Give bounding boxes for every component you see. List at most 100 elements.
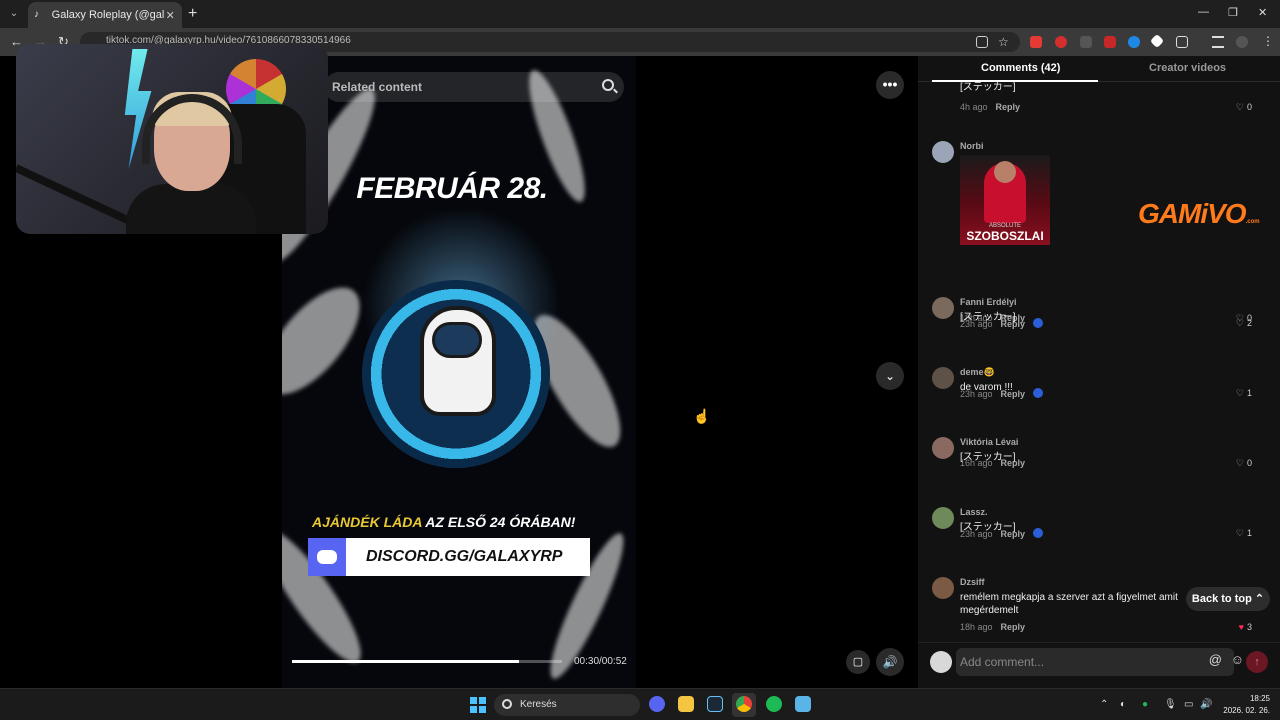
network-icon[interactable]: ▭ xyxy=(1184,699,1193,710)
reply-button[interactable]: Reply xyxy=(1001,458,1026,468)
comment-item: Lassz. [ステッカー] 23h ago Reply ♡ 1 xyxy=(932,507,1272,544)
comment-meta: 4h ago Reply xyxy=(960,102,1020,112)
tab-search-icon[interactable]: ⌄ xyxy=(6,6,22,22)
tray-spotify-icon[interactable]: ● xyxy=(1142,699,1148,710)
comment-time: 23h ago xyxy=(960,389,993,399)
extension-dark-icon[interactable] xyxy=(1080,36,1092,48)
commenter-name[interactable]: Norbi xyxy=(960,141,984,151)
microphone-icon[interactable]: 🎙 xyxy=(1164,699,1177,710)
media-control-icon[interactable] xyxy=(1212,36,1224,48)
commenter-avatar[interactable] xyxy=(932,507,954,529)
steam-icon[interactable] xyxy=(707,696,723,712)
like-count: 3 xyxy=(1246,622,1252,632)
mention-icon[interactable]: @ xyxy=(1209,652,1222,667)
like-button[interactable]: ♡ 2 xyxy=(1236,318,1252,329)
commenter-avatar[interactable] xyxy=(932,577,954,599)
commenter-name[interactable]: Fanni Erdélyi xyxy=(960,297,1017,307)
comment-input-placeholder: Add comment... xyxy=(960,655,1045,669)
astronaut-visor xyxy=(432,322,482,358)
like-button[interactable]: ♡ 0 xyxy=(1236,458,1252,469)
close-tab-icon[interactable]: ✕ xyxy=(164,9,176,22)
more-options-button[interactable]: ••• xyxy=(876,71,904,99)
commenter-avatar[interactable] xyxy=(932,297,954,319)
related-content-search[interactable]: Related content xyxy=(324,72,624,102)
commenter-name[interactable]: Lassz. xyxy=(960,507,988,517)
search-icon xyxy=(502,699,512,709)
minimize-icon[interactable]: — xyxy=(1198,6,1209,18)
extension-red-icon[interactable] xyxy=(1030,36,1042,48)
back-to-top-button[interactable]: Back to top ⌃ xyxy=(1186,587,1270,611)
reply-button[interactable]: Reply xyxy=(1001,622,1026,632)
adblock-icon[interactable] xyxy=(1104,36,1116,48)
extension-record-icon[interactable] xyxy=(1055,36,1067,48)
like-button[interactable]: ♡ 1 xyxy=(1236,388,1252,399)
discord-taskbar-icon[interactable] xyxy=(649,696,665,712)
comment-text: remélem megkapja a szerver azt a figyelm… xyxy=(960,592,1178,616)
tray-app-icon[interactable]: ◐ xyxy=(1120,699,1126,710)
next-video-button[interactable]: ⌄ xyxy=(876,362,904,390)
taskbar-search[interactable]: Keresés xyxy=(494,694,640,716)
install-app-icon[interactable] xyxy=(976,36,988,48)
related-content-placeholder: Related content xyxy=(332,80,423,94)
browser-menu-icon[interactable]: ⋮ xyxy=(1262,34,1274,48)
browser-tab[interactable]: ♪ Galaxy Roleplay (@galaxyrp.hu) ✕ xyxy=(28,2,182,28)
commenter-name[interactable]: Viktória Lévai xyxy=(960,437,1018,447)
like-button[interactable]: ♡ 1 xyxy=(1236,528,1252,539)
new-tab-icon[interactable]: + xyxy=(188,5,197,23)
system-clock[interactable]: 18:25 2026. 02. 26. xyxy=(1222,693,1270,717)
extensions-puzzle-icon[interactable] xyxy=(1176,36,1188,48)
notepad-icon[interactable] xyxy=(795,696,811,712)
picture-in-picture-button[interactable]: ▢ xyxy=(846,650,870,674)
commenter-name[interactable]: deme🤓 xyxy=(960,367,995,378)
like-button[interactable]: ♥ 3 xyxy=(1239,622,1252,632)
reply-button[interactable]: Reply xyxy=(996,102,1021,112)
comment-time: 4h ago xyxy=(960,102,988,112)
tray-overflow-icon[interactable]: ⌃ xyxy=(1100,699,1108,710)
add-comment-bar: Add comment... @ ☺ ↑ xyxy=(918,642,1280,688)
extension-blue-icon[interactable] xyxy=(1128,36,1140,48)
gift-banner-rest: AZ ELSŐ 24 ÓRÁBAN! xyxy=(421,514,576,530)
bookmark-star-icon[interactable]: ☆ xyxy=(998,35,1009,49)
comment-time: 16h ago xyxy=(960,458,993,468)
reply-button[interactable]: Reply xyxy=(1001,319,1026,329)
comment-item: [ステッカー] 4h ago Reply ♡ 0 xyxy=(932,81,1272,118)
commenter-avatar[interactable] xyxy=(932,437,954,459)
comment-meta: 23h ago Reply xyxy=(960,318,1044,329)
extension-diamond-icon[interactable] xyxy=(1149,33,1165,49)
spotify-icon[interactable] xyxy=(766,696,782,712)
tab-comments[interactable]: Comments (42) xyxy=(981,62,1060,74)
close-window-icon[interactable]: ✕ xyxy=(1258,6,1267,19)
webcam-overlay xyxy=(16,44,328,234)
search-icon[interactable] xyxy=(602,79,614,91)
file-explorer-icon[interactable] xyxy=(678,696,694,712)
gamivo-logo-text: GAMiVO xyxy=(1138,198,1247,229)
commenter-avatar[interactable] xyxy=(932,367,954,389)
reply-button[interactable]: Reply xyxy=(1001,529,1026,539)
commenter-avatar[interactable] xyxy=(932,141,954,163)
maximize-icon[interactable]: ❐ xyxy=(1228,6,1238,19)
post-comment-button[interactable]: ↑ xyxy=(1246,651,1268,673)
chrome-icon[interactable] xyxy=(736,696,752,712)
volume-button[interactable]: 🔊 xyxy=(876,648,904,676)
profile-avatar-icon[interactable] xyxy=(1236,36,1248,48)
emoji-icon[interactable]: ☺ xyxy=(1231,652,1244,667)
tab-creator-videos[interactable]: Creator videos xyxy=(1149,62,1226,74)
comment-input[interactable]: Add comment... xyxy=(956,648,1234,676)
browser-tabbar: ⌄ ♪ Galaxy Roleplay (@galaxyrp.hu) ✕ + —… xyxy=(0,0,1280,28)
video-progress-bar[interactable] xyxy=(292,660,562,663)
comment-time: 18h ago xyxy=(960,622,993,632)
start-icon[interactable] xyxy=(470,697,486,713)
video-progress-fill xyxy=(292,660,519,663)
reply-button[interactable]: Reply xyxy=(1001,389,1026,399)
heart-icon: ♡ xyxy=(1235,388,1244,398)
comment-text: [ステッカー] xyxy=(960,82,1016,93)
screen: ⌄ ♪ Galaxy Roleplay (@galaxyrp.hu) ✕ + —… xyxy=(0,0,1280,720)
commenter-name[interactable]: Dzsiff xyxy=(960,577,985,587)
comment-item: deme🤓 de varom !!! 23h ago Reply ♡ 1 xyxy=(932,367,1272,404)
heart-icon: ♡ xyxy=(1235,458,1244,468)
user-avatar xyxy=(930,651,952,673)
like-button[interactable]: ♡ 0 xyxy=(1236,102,1252,113)
speaker-icon[interactable]: 🔊 xyxy=(1200,699,1212,710)
comment-meta: 16h ago Reply xyxy=(960,458,1025,468)
creator-liked-icon xyxy=(1033,528,1044,538)
